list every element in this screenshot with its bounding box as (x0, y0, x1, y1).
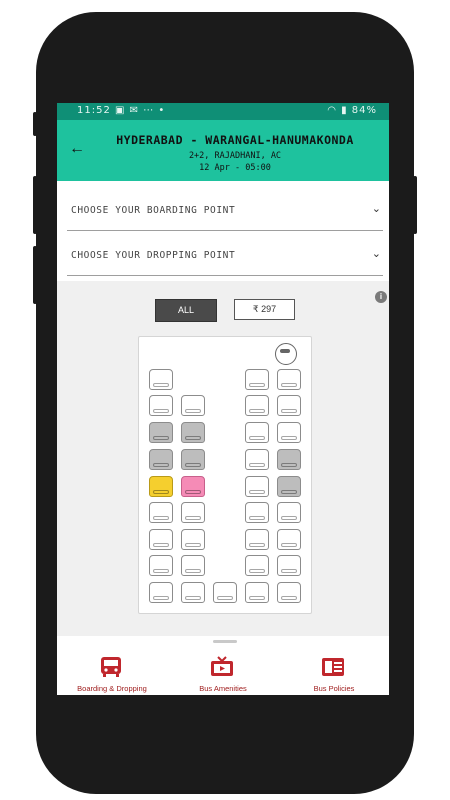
tv-icon (211, 656, 233, 676)
filter-price-button[interactable]: ₹ 297 (234, 299, 295, 320)
seat-available[interactable] (149, 502, 173, 523)
seat-available[interactable] (245, 582, 269, 603)
seat-available[interactable] (277, 422, 301, 443)
boarding-point-label: CHOOSE YOUR BOARDING POINT (71, 205, 236, 216)
nav-bus-amenities[interactable]: Bus Amenities (168, 646, 278, 695)
seat-available[interactable] (181, 502, 205, 523)
notification-icons: ▣ ✉ ⋯ • (115, 105, 166, 116)
seat-available[interactable] (245, 502, 269, 523)
status-time: 11:52 (77, 105, 111, 116)
seat-available[interactable] (245, 369, 269, 390)
nav-boarding-dropping[interactable]: Boarding & Dropping (57, 646, 167, 695)
nav-bus-policies[interactable]: Bus Policies (279, 646, 389, 695)
phone-side-button (33, 246, 37, 304)
seat-available[interactable] (245, 449, 269, 470)
filter-all-button[interactable]: ALL (155, 299, 217, 322)
steering-wheel-icon (275, 343, 297, 365)
phone-side-button (33, 176, 37, 234)
seat-available[interactable] (277, 395, 301, 416)
bottom-navigation: Boarding & Dropping Bus Amenities Bus Po… (57, 646, 389, 695)
drag-handle[interactable] (213, 640, 237, 643)
chevron-down-icon: ⌄ (371, 203, 381, 215)
seat-available[interactable] (181, 555, 205, 576)
seat-available[interactable] (149, 582, 173, 603)
seat-available[interactable] (149, 369, 173, 390)
seat-pink[interactable] (181, 476, 205, 497)
seat-available[interactable] (245, 529, 269, 550)
seat-available[interactable] (245, 476, 269, 497)
seat-available[interactable] (181, 395, 205, 416)
seat-booked[interactable] (149, 449, 173, 470)
seat-available[interactable] (149, 395, 173, 416)
route-title: HYDERABAD - WARANGAL-HANUMAKONDA (116, 133, 354, 147)
seat-booked[interactable] (149, 422, 173, 443)
nav-label: Boarding & Dropping (77, 684, 147, 693)
nav-label: Bus Amenities (199, 684, 247, 693)
info-icon[interactable]: i (375, 291, 387, 303)
document-icon (322, 658, 344, 676)
seat-available[interactable] (181, 582, 205, 603)
seat-booked[interactable] (181, 449, 205, 470)
bus-icon (101, 657, 121, 677)
seat-available[interactable] (213, 582, 237, 603)
seat-booked[interactable] (181, 422, 205, 443)
status-bar: 11:52 ▣ ✉ ⋯ • ◠ ▮ 84% (57, 103, 389, 120)
phone-side-button (33, 112, 37, 136)
bus-type: 2+2, RAJADHANI, AC (188, 151, 282, 161)
status-indicators: ◠ ▮ 84% (327, 105, 377, 116)
boarding-point-selector[interactable]: CHOOSE YOUR BOARDING POINT ⌄ (67, 190, 383, 231)
seat-available[interactable] (277, 529, 301, 550)
app-screen: 11:52 ▣ ✉ ⋯ • ◠ ▮ 84% ← HYDERABAD - WARA… (57, 103, 389, 695)
seat-booked[interactable] (277, 449, 301, 470)
seat-booked[interactable] (277, 476, 301, 497)
seat-available[interactable] (245, 395, 269, 416)
chevron-down-icon: ⌄ (371, 248, 381, 260)
seat-available[interactable] (149, 555, 173, 576)
seat-available[interactable] (277, 555, 301, 576)
seat-available[interactable] (181, 529, 205, 550)
seat-available[interactable] (277, 369, 301, 390)
trip-header: ← HYDERABAD - WARANGAL-HANUMAKONDA 2+2, … (57, 120, 389, 181)
seat-available[interactable] (149, 529, 173, 550)
dropping-point-label: CHOOSE YOUR DROPPING POINT (71, 250, 236, 261)
seat-available[interactable] (245, 555, 269, 576)
seat-available[interactable] (277, 582, 301, 603)
phone-side-button (413, 176, 417, 234)
nav-label: Bus Policies (313, 684, 355, 693)
seat-available[interactable] (277, 502, 301, 523)
seat-available[interactable] (245, 422, 269, 443)
dropping-point-selector[interactable]: CHOOSE YOUR DROPPING POINT ⌄ (67, 235, 383, 276)
seat-yellow[interactable] (149, 476, 173, 497)
departure-datetime: 12 Apr - 05:00 (199, 163, 271, 173)
